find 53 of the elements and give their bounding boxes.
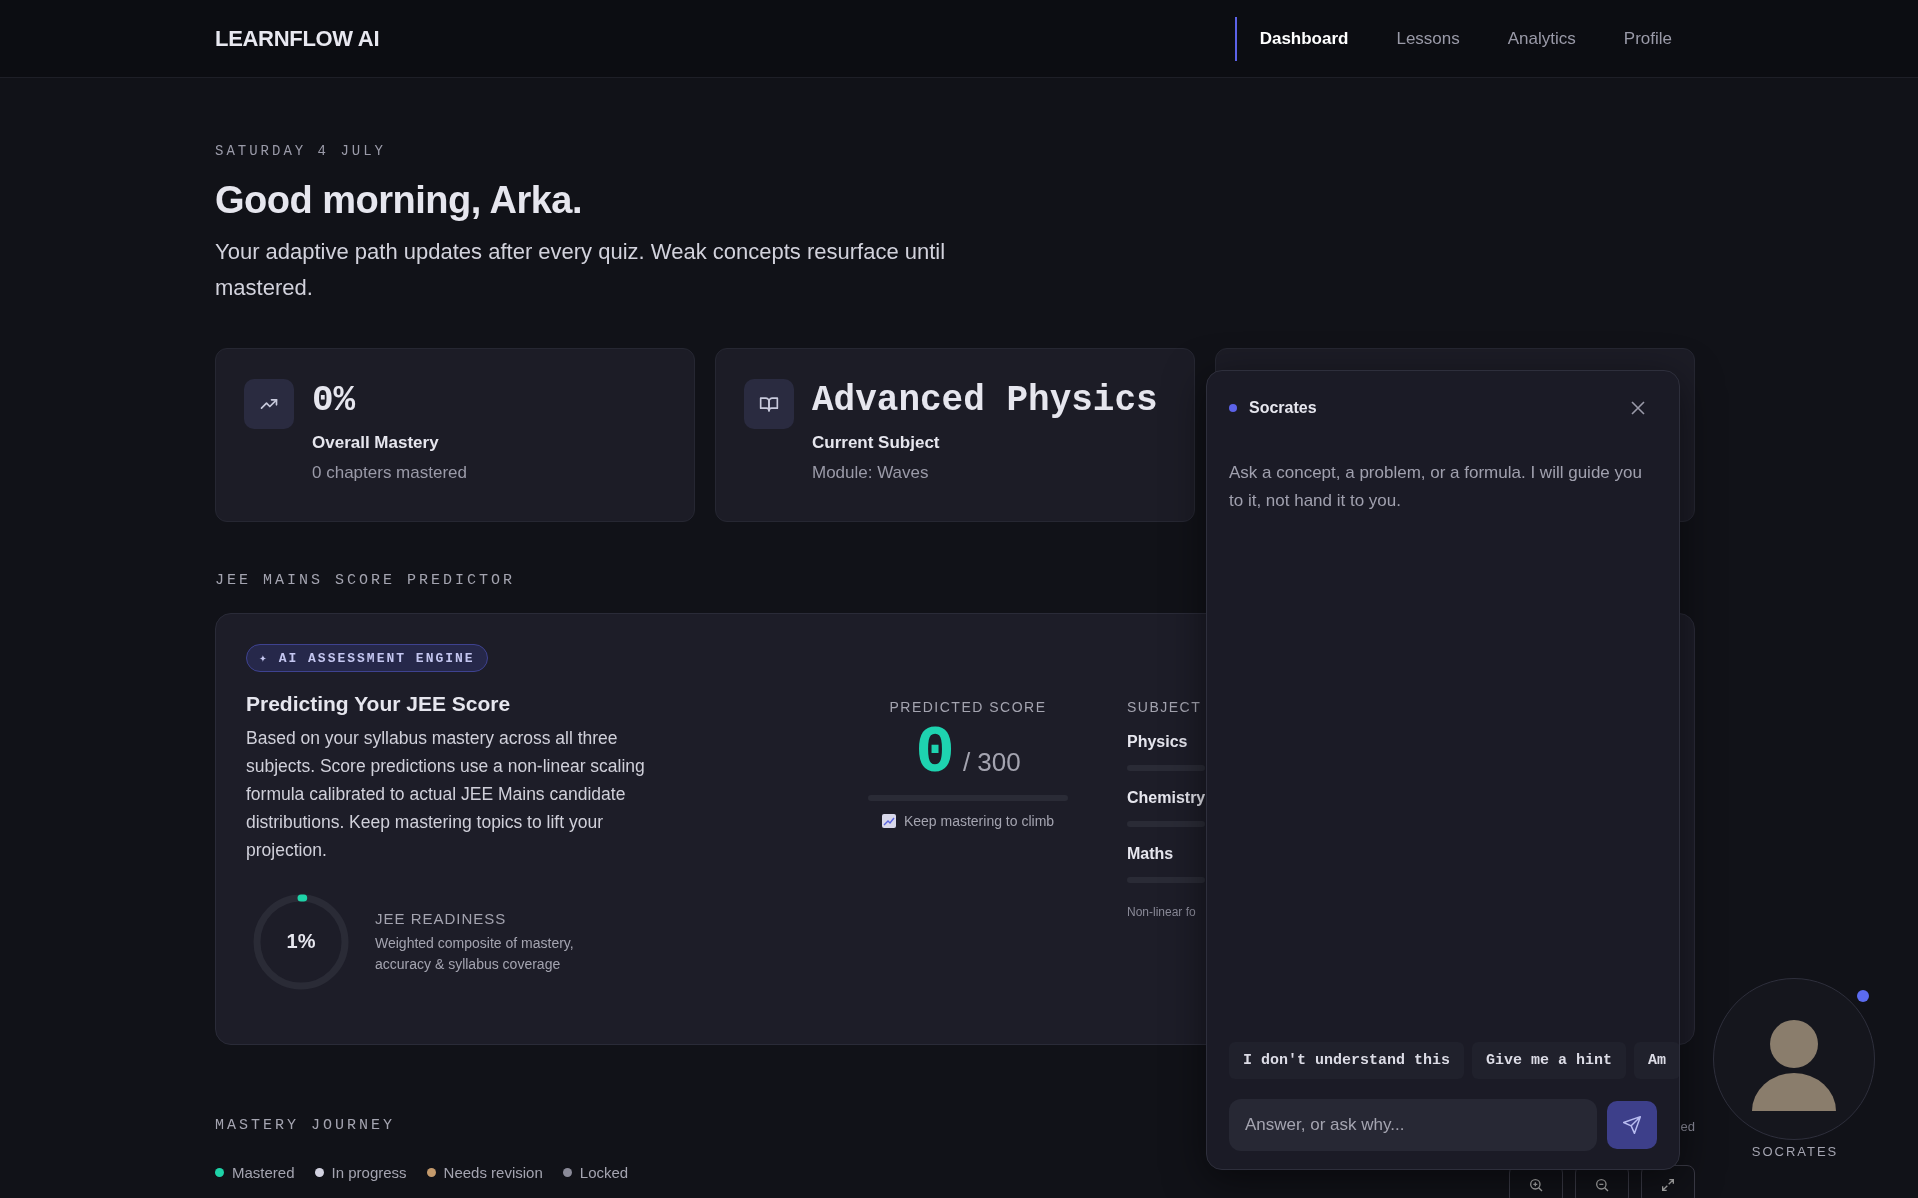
readiness-description: Weighted composite of mastery, accuracy & syllabus coverage <box>375 933 575 974</box>
score-label: PREDICTED SCORE <box>888 699 1048 715</box>
expand-icon <box>1660 1177 1676 1193</box>
score-max: / 300 <box>962 747 1021 778</box>
stat-detail: Module: Waves <box>812 463 930 483</box>
trend-up-icon <box>244 379 294 429</box>
stat-value: 0% <box>312 379 357 423</box>
nav-link[interactable]: Dashboard <box>1234 16 1372 61</box>
section-label: JEE MAINS SCORE PREDICTOR <box>215 572 517 589</box>
date-label: SATURDAY 4 JULY <box>215 143 388 159</box>
chart-icon <box>881 814 896 828</box>
chat-title: Socrates <box>1249 399 1318 417</box>
paper-plane-icon <box>1622 1115 1642 1135</box>
message-input[interactable]: Answer, or ask why... <box>1229 1099 1597 1151</box>
predictor-description: Based on your syllabus mastery across all three subjects. Score predictions use a non-linear scaling formula calibrated to actual JEE Mains candidate distributions. Keep mastering topics to lift your projection. <box>246 727 646 862</box>
suggestion-chip[interactable]: I don't understand this <box>1229 1042 1465 1079</box>
subject-name: Maths <box>1127 845 1175 863</box>
brand-logo[interactable]: LEARNFLOW AI <box>215 25 380 52</box>
predictor-title: Predicting Your JEE Score <box>246 692 512 716</box>
score-value: 0 <box>915 719 955 789</box>
subject-heading: SUBJECT <box>1127 699 1203 715</box>
close-icon <box>1631 401 1645 415</box>
nav-link[interactable]: Profile <box>1598 16 1695 61</box>
engine-badge: ✦ AI ASSESSMENT ENGINE <box>246 644 488 672</box>
subtitle-text: Your adaptive path updates after every quiz. Weak concepts resurface until mastered. <box>215 238 947 302</box>
legend-label: Mastered <box>232 1164 295 1181</box>
greeting-heading: Good morning, Arka. <box>215 179 583 222</box>
zoom-out-icon <box>1594 1177 1610 1193</box>
journey-status: ed <box>1680 1119 1695 1134</box>
status-dot <box>1229 404 1237 412</box>
stat-label: Current Subject <box>812 433 941 453</box>
zoom-in-icon <box>1528 1177 1544 1193</box>
score-hint: Keep mastering to climb <box>903 813 1055 829</box>
readiness-label: JEE READINESS <box>375 909 508 927</box>
readiness-value: 1% <box>285 930 317 953</box>
suggestion-chip[interactable]: Give me a hint <box>1472 1042 1627 1079</box>
tutor-name: SOCRATES <box>1750 1144 1840 1159</box>
chat-message: Ask a concept, a problem, or a formula. I will guide you to it, not hand it to you. <box>1229 462 1643 512</box>
nav-link[interactable]: Analytics <box>1482 16 1599 61</box>
send-button[interactable] <box>1607 1101 1657 1149</box>
stat-detail: 0 chapters mastered <box>312 463 467 483</box>
stat-value: Advanced Physics <box>812 379 1158 423</box>
legend-label: In progress <box>331 1164 407 1181</box>
footnote-text: Non-linear fo <box>1127 905 1197 919</box>
subject-name: Chemistry <box>1127 789 1205 807</box>
book-icon <box>744 379 794 429</box>
legend-label: Needs revision <box>443 1164 543 1181</box>
suggestion-chip[interactable]: Am <box>1634 1042 1679 1079</box>
stat-label: Overall Mastery <box>312 433 440 453</box>
legend-label: Locked <box>579 1164 629 1181</box>
nav-link[interactable]: Lessons <box>1371 16 1483 61</box>
section-label: MASTERY JOURNEY <box>215 1117 396 1134</box>
subject-name: Physics <box>1127 733 1189 751</box>
